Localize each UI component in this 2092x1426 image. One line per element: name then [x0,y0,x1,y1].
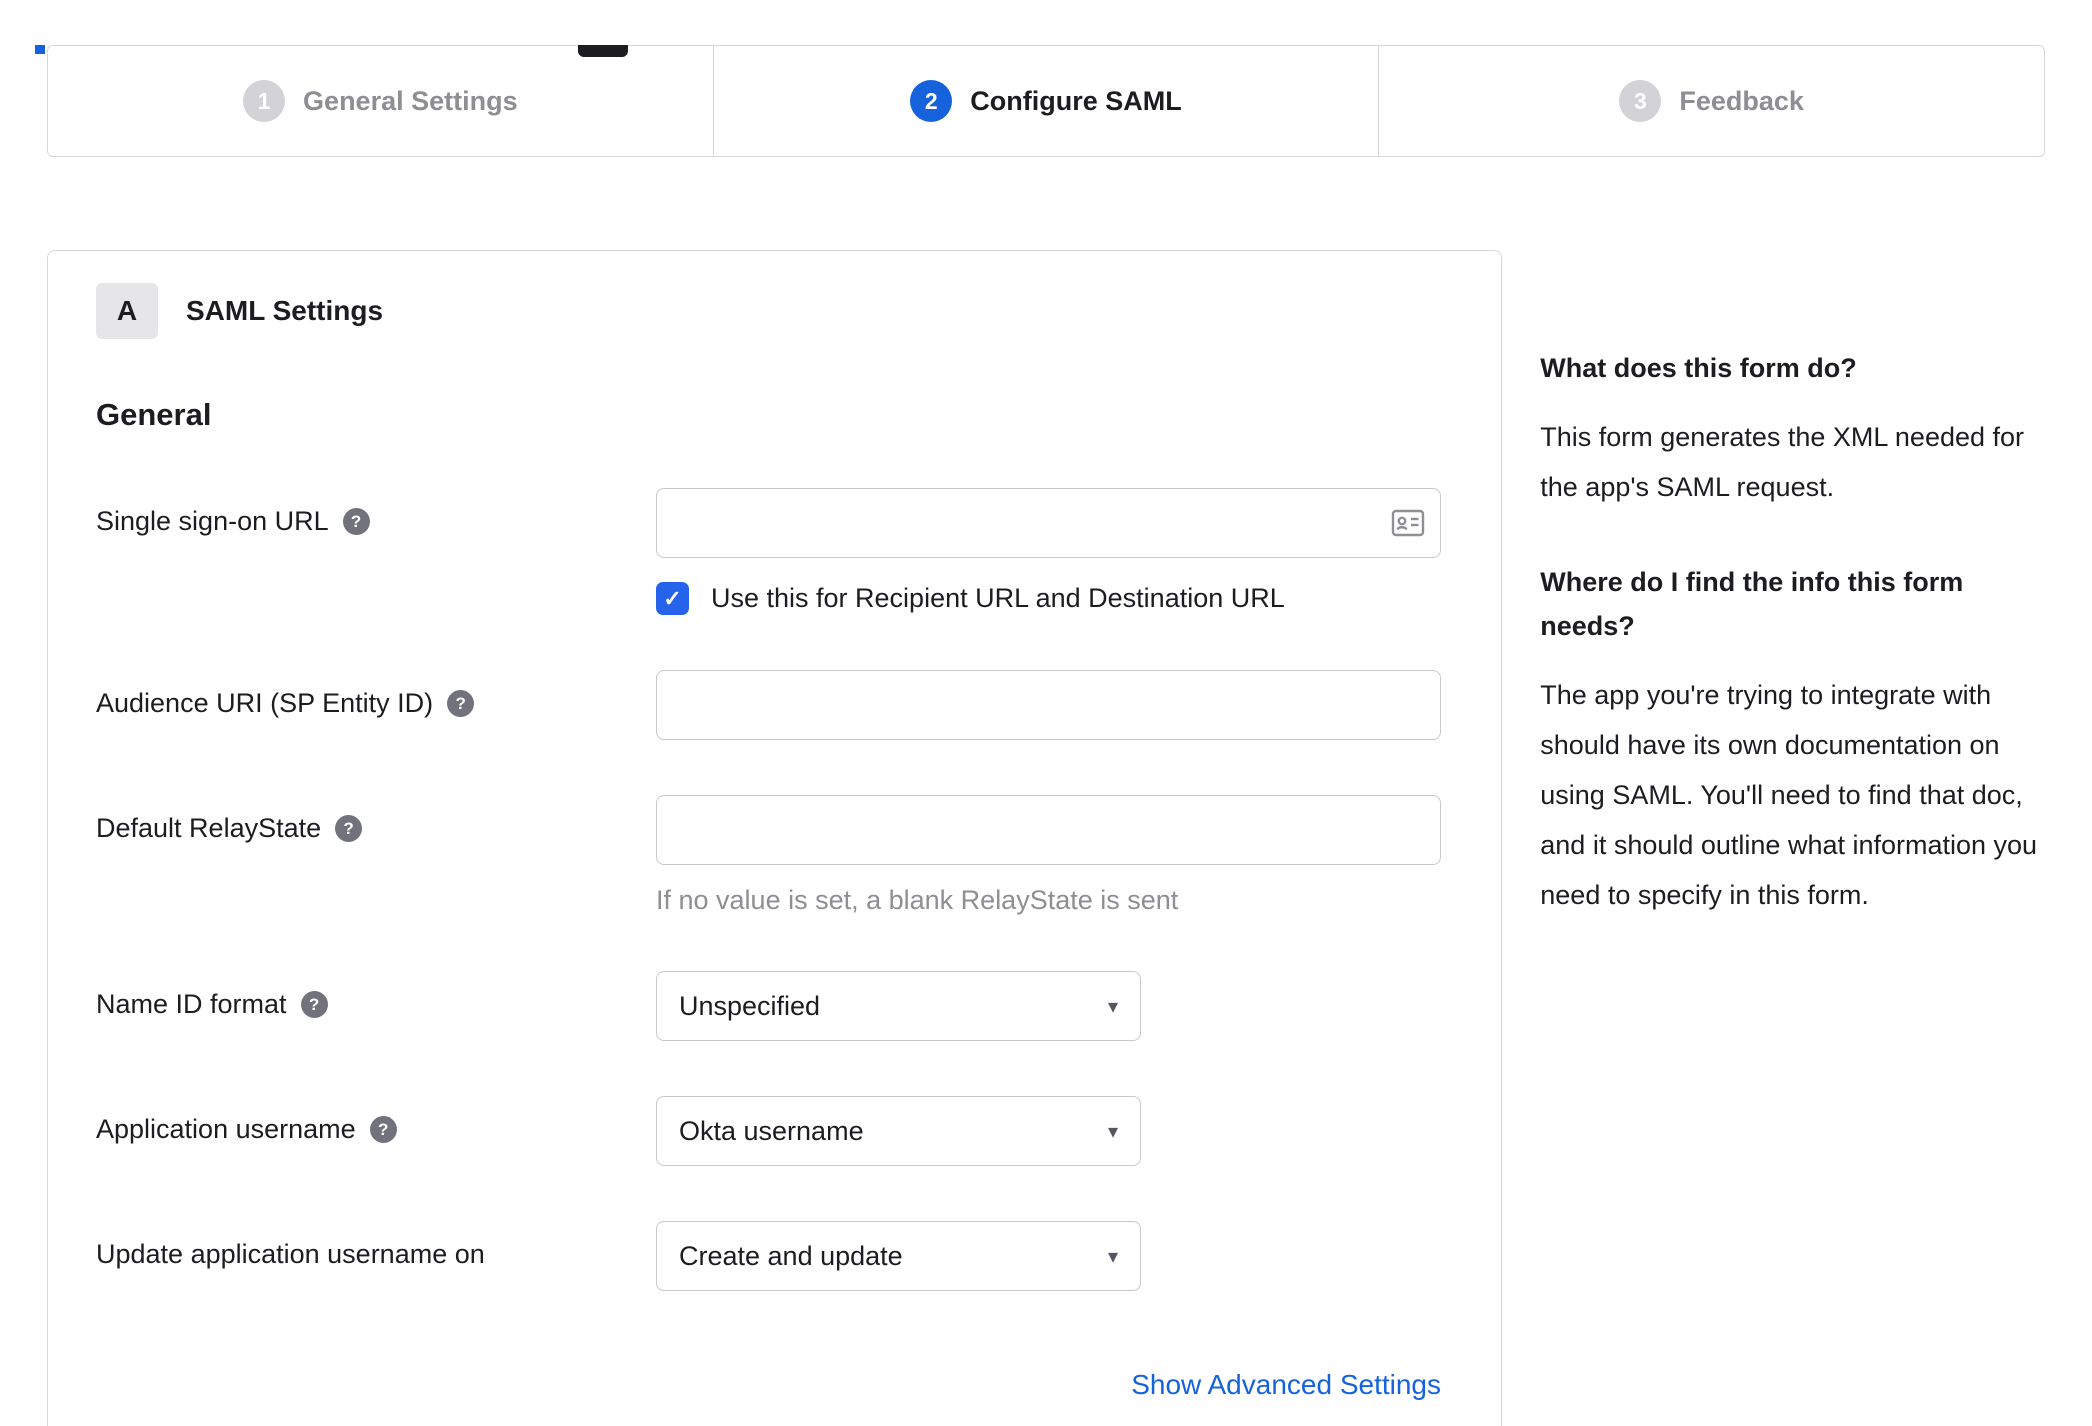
relay-state-input[interactable] [656,795,1441,865]
sidebar-heading-what: What does this form do? [1540,353,1857,383]
sso-url-label: Single sign-on URL [96,506,329,536]
sso-url-input[interactable] [656,488,1441,558]
step-2-label: Configure SAML [970,85,1182,116]
update-app-username-label: Update application username on [96,1239,485,1269]
checkbox-label: Use this for Recipient URL and Destinati… [711,583,1285,613]
help-sidebar: What does this form do? This form genera… [1540,250,2045,968]
cutoff-logo-fragment [578,45,628,57]
audience-uri-label-col: Audience URI (SP Entity ID) ? [96,670,656,719]
card-title: SAML Settings [186,295,384,326]
help-icon[interactable]: ? [369,1116,397,1143]
name-id-format-select[interactable]: Unspecified ▾ [656,971,1141,1041]
relay-state-hint: If no value is set, a blank RelayState i… [656,885,1179,915]
saml-settings-card: A SAML Settings General Single sign-on U… [47,250,1503,1426]
audience-uri-control [656,670,1453,740]
audience-uri-input[interactable] [656,670,1441,740]
sso-url-label-col: Single sign-on URL ? [96,488,656,537]
name-id-format-label: Name ID format [96,989,287,1019]
audience-uri-row: Audience URI (SP Entity ID) ? [96,670,1453,740]
section-a-badge: A [96,283,158,339]
help-icon[interactable]: ? [335,815,363,842]
configure-saml-content: A SAML Settings General Single sign-on U… [47,157,2045,1426]
relay-state-control: If no value is set, a blank RelayState i… [656,795,1453,916]
chevron-down-icon: ▾ [1107,1245,1118,1268]
app-username-value: Okta username [679,1115,864,1146]
step-2-circle: 2 [910,80,953,122]
help-icon[interactable]: ? [300,991,328,1018]
sso-url-input-wrap [656,488,1441,558]
step-3-label: Feedback [1679,85,1804,116]
cutoff-title-fragment-blue [35,45,45,54]
sidebar-body-what: This form generates the XML needed for t… [1540,422,2025,502]
app-username-control: Okta username ▾ [656,1096,1453,1166]
help-icon[interactable]: ? [342,508,370,535]
step-1-circle: 1 [243,80,286,122]
sidebar-body-where: The app you're trying to integrate with … [1540,680,2038,910]
step-configure-saml[interactable]: 2 Configure SAML [712,46,1379,156]
checkbox-checked[interactable]: ✓ [656,582,689,615]
app-username-row: Application username ? Okta username ▾ [96,1096,1453,1166]
name-id-format-label-col: Name ID format ? [96,971,656,1020]
step-general-settings[interactable]: 1 General Settings [48,46,713,156]
name-id-format-control: Unspecified ▾ [656,971,1453,1041]
update-app-username-select[interactable]: Create and update ▾ [656,1221,1141,1291]
card-header: A SAML Settings [96,283,1453,339]
update-app-username-control: Create and update ▾ [656,1221,1453,1291]
advanced-settings-row: Show Advanced Settings [656,1369,1441,1401]
general-section-heading: General [96,397,212,432]
sidebar-heading-where: Where do I find the info this form needs… [1540,567,1964,641]
app-username-select[interactable]: Okta username ▾ [656,1096,1141,1166]
name-id-format-row: Name ID format ? Unspecified ▾ [96,971,1453,1041]
check-icon: ✓ [663,585,682,611]
step-feedback[interactable]: 3 Feedback [1378,46,2044,156]
sso-url-row: Single sign-on URL ? ✓ Use this for Reci… [96,488,1453,615]
step-1-label: General Settings [303,85,518,116]
audience-uri-label: Audience URI (SP Entity ID) [96,688,434,718]
show-advanced-settings-link[interactable]: Show Advanced Settings [1131,1369,1441,1400]
wizard-stepper: 1 General Settings 2 Configure SAML 3 Fe… [47,45,2045,157]
step-3-circle: 3 [1619,80,1662,122]
contact-card-icon[interactable] [1391,508,1425,538]
chevron-down-icon: ▾ [1107,1120,1118,1143]
app-username-label-col: Application username ? [96,1096,656,1145]
update-app-username-value: Create and update [679,1240,903,1271]
sso-recipient-checkbox-row[interactable]: ✓ Use this for Recipient URL and Destina… [656,582,1453,615]
name-id-format-value: Unspecified [679,990,821,1021]
relay-state-label-col: Default RelayState ? [96,795,656,844]
chevron-down-icon: ▾ [1107,995,1118,1018]
relay-state-label: Default RelayState [96,813,322,843]
app-username-label: Application username [96,1114,356,1144]
help-icon[interactable]: ? [447,690,475,717]
relay-state-row: Default RelayState ? If no value is set,… [96,795,1453,916]
update-app-username-label-col: Update application username on [96,1221,656,1270]
sso-url-control: ✓ Use this for Recipient URL and Destina… [656,488,1453,615]
update-app-username-row: Update application username on Create an… [96,1221,1453,1291]
